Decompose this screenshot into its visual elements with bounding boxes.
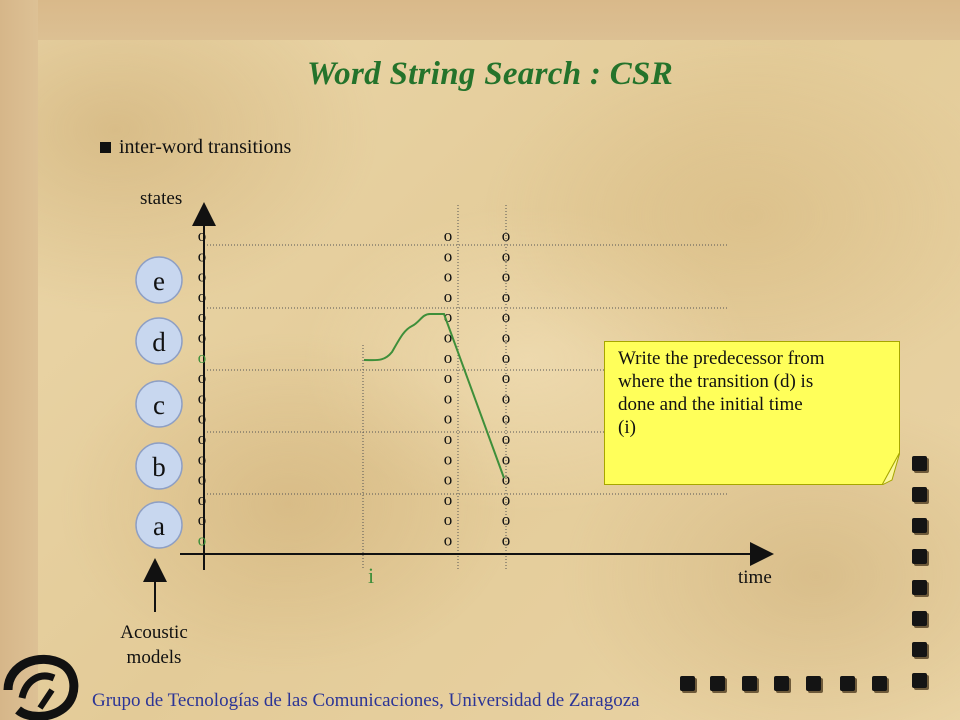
state-node: o	[198, 510, 207, 529]
state-node: o	[198, 348, 207, 367]
square-decoration-icon	[680, 676, 695, 691]
square-decoration-icon	[912, 487, 927, 502]
state-node: o	[502, 409, 511, 428]
callout-note: Write the predecessor from where the tra…	[604, 341, 900, 485]
state-node: o	[198, 388, 207, 407]
state-node: o	[502, 226, 511, 245]
state-node: o	[198, 328, 207, 347]
y-axis-label: states	[140, 188, 182, 209]
state-node: o	[444, 388, 453, 407]
square-decoration-icon	[872, 676, 887, 691]
state-node: o	[502, 429, 511, 448]
square-decoration-icon	[912, 642, 927, 657]
state-node: o	[444, 409, 453, 428]
state-node: o	[444, 368, 453, 387]
state-node: o	[502, 307, 511, 326]
state-node: o	[198, 531, 207, 550]
state-node: o	[444, 348, 453, 367]
state-node: o	[502, 490, 511, 509]
initial-time-label: i	[368, 563, 374, 588]
square-decoration-icon	[912, 611, 927, 626]
state-node: o	[502, 449, 511, 468]
square-decoration-icon	[840, 676, 855, 691]
state-node: o	[198, 429, 207, 448]
state-node: o	[502, 246, 511, 265]
square-decoration-icon	[912, 549, 927, 564]
state-node: o	[502, 388, 511, 407]
square-decoration-icon	[912, 456, 927, 471]
acoustic-models: e d c b a	[135, 256, 183, 549]
square-decoration-icon	[710, 676, 725, 691]
state-node: o	[444, 246, 453, 265]
model-letter: e	[153, 266, 165, 296]
state-node: o	[444, 470, 453, 489]
state-node: o	[502, 267, 511, 286]
state-column-middle: oooooooooooooooo	[444, 226, 453, 550]
state-node: o	[502, 368, 511, 387]
state-node: o	[198, 226, 207, 245]
state-node: o	[444, 287, 453, 306]
callout-line: done and the initial time	[618, 394, 803, 415]
state-node: o	[444, 429, 453, 448]
state-node: o	[198, 490, 207, 509]
model-letter: a	[153, 511, 165, 541]
square-decoration-icon	[806, 676, 821, 691]
model-letter: c	[153, 390, 165, 420]
state-node: o	[198, 307, 207, 326]
transition-path	[363, 313, 505, 479]
square-decoration-icon	[912, 673, 927, 688]
state-node: o	[198, 246, 207, 265]
logo-icon	[3, 654, 79, 720]
model-a: a	[135, 501, 183, 549]
model-d: d	[135, 317, 183, 365]
square-decoration-icon	[774, 676, 789, 691]
state-node: o	[444, 226, 453, 245]
state-node: o	[198, 267, 207, 286]
state-node: o	[502, 287, 511, 306]
callout-fold	[882, 452, 900, 485]
state-node: o	[198, 287, 207, 306]
footer-text: Grupo de Tecnologías de las Comunicacion…	[92, 690, 640, 711]
state-node: o	[198, 368, 207, 387]
state-node: o	[502, 531, 511, 550]
models-caption-line2: models	[127, 647, 182, 668]
state-node: o	[502, 348, 511, 367]
state-node: o	[502, 328, 511, 347]
model-c: c	[135, 380, 183, 428]
state-node: o	[444, 267, 453, 286]
model-e: e	[135, 256, 183, 304]
square-decoration-icon	[912, 518, 927, 533]
square-decoration-icon	[912, 580, 927, 595]
state-column-end: oooooooooooooooo	[502, 226, 511, 550]
callout-line: (i)	[618, 417, 636, 438]
square-decoration-icon	[742, 676, 757, 691]
state-node: o	[444, 449, 453, 468]
model-letter: b	[152, 452, 166, 482]
callout-line: Write the predecessor from	[618, 348, 825, 369]
state-node: o	[198, 449, 207, 468]
x-axis-label: time	[738, 567, 772, 588]
callout-line: where the transition (d) is	[618, 371, 814, 392]
state-node: o	[198, 470, 207, 489]
state-node: o	[444, 510, 453, 529]
state-column-start: oooooooooooooooo	[198, 226, 207, 550]
state-node: o	[444, 531, 453, 550]
model-letter: d	[152, 327, 166, 357]
state-node: o	[444, 490, 453, 509]
model-b: b	[135, 442, 183, 490]
time-markers	[362, 205, 507, 570]
models-caption-line1: Acoustic	[120, 622, 188, 643]
state-node: o	[198, 409, 207, 428]
state-node: o	[502, 510, 511, 529]
